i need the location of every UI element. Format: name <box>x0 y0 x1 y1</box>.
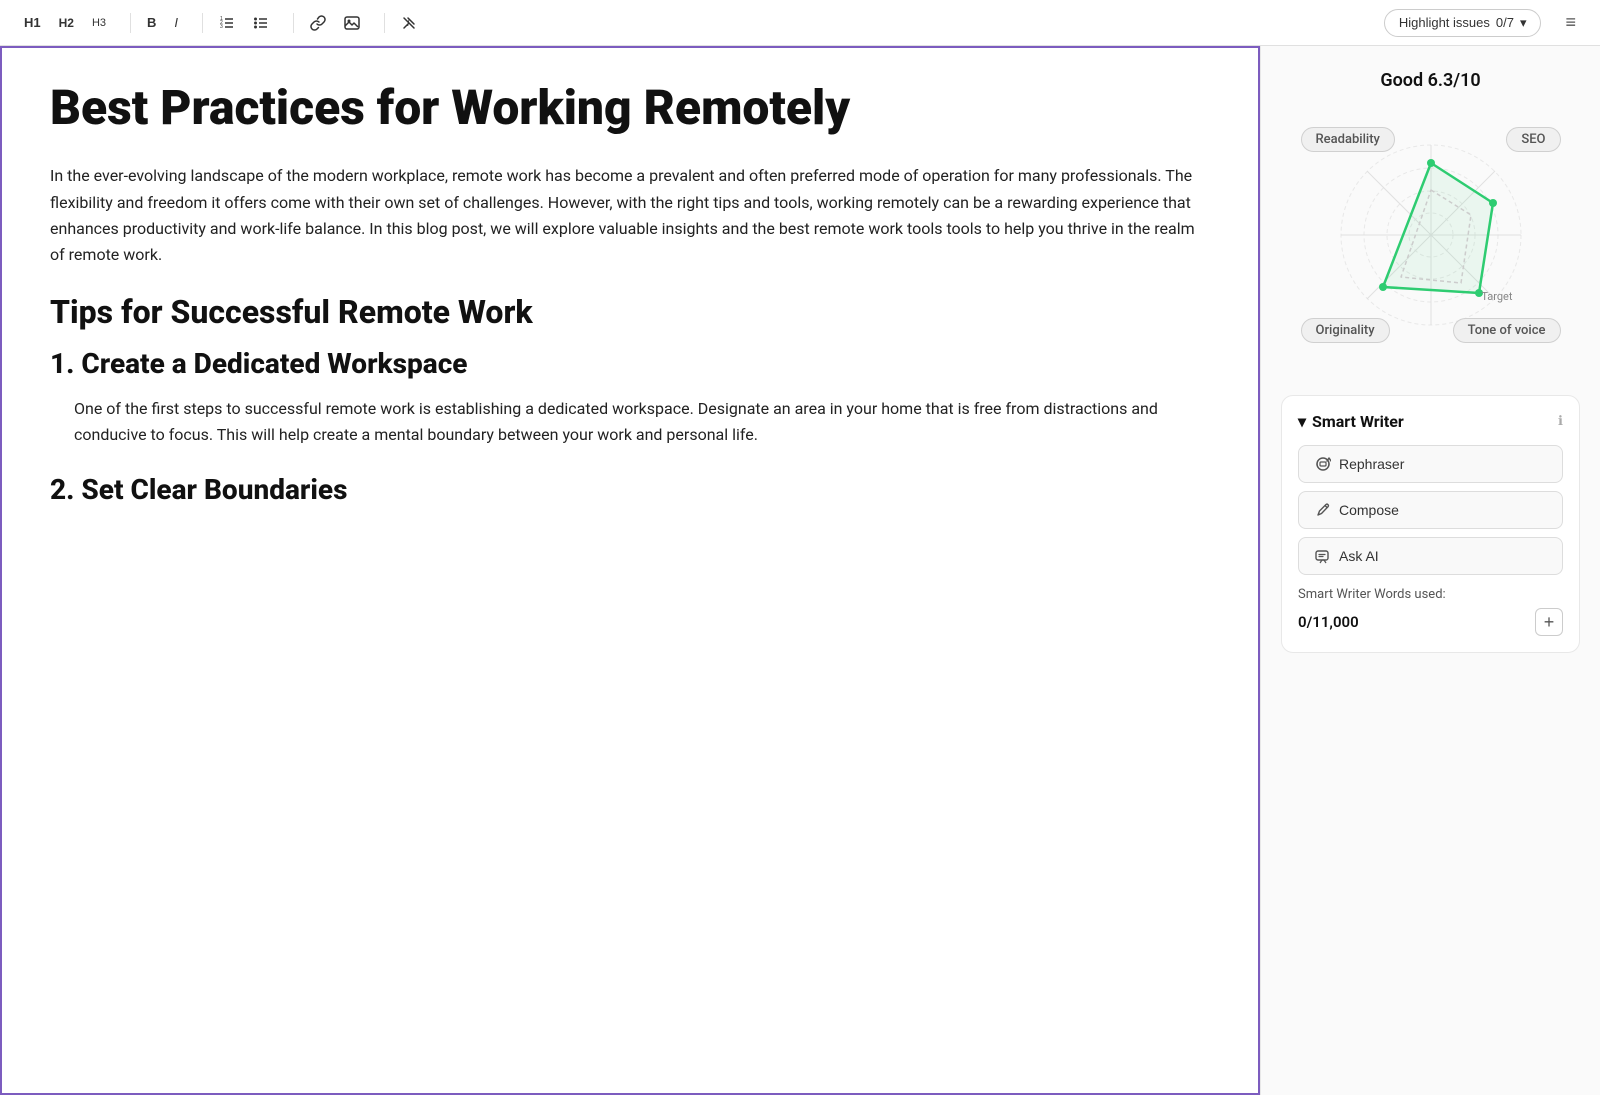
divider-3 <box>293 13 294 33</box>
svg-text:3: 3 <box>220 24 223 30</box>
insert-group <box>302 11 368 35</box>
originality-label[interactable]: Originality <box>1301 318 1390 343</box>
h2-button[interactable]: H2 <box>51 12 82 34</box>
add-words-button[interactable]: + <box>1535 608 1563 636</box>
words-max: /11,000 <box>1307 613 1359 631</box>
highlight-count: 0/7 <box>1496 15 1514 30</box>
unordered-list-button[interactable] <box>245 11 277 35</box>
smart-writer-info-icon[interactable]: ℹ <box>1558 414 1563 429</box>
score-good-text: Good <box>1380 70 1423 91</box>
words-count-row: 0/11,000 + <box>1298 608 1563 636</box>
ordered-list-button[interactable]: 123 <box>211 11 243 35</box>
editor-h2-1: Tips for Successful Remote Work <box>50 293 1210 331</box>
editor-h3-1: 1. Create a Dedicated Workspace <box>50 347 1210 380</box>
editor-area[interactable]: Best Practices for Working Remotely In t… <box>0 46 1260 1095</box>
words-used-label: Smart Writer Words used: <box>1298 587 1563 602</box>
highlight-issues-button[interactable]: Highlight issues 0/7 ▾ <box>1384 9 1542 37</box>
compose-icon <box>1315 502 1331 518</box>
radar-svg <box>1331 135 1531 335</box>
words-count-number: 0 <box>1298 613 1307 631</box>
tone-of-voice-label[interactable]: Tone of voice <box>1453 318 1561 343</box>
divider-4 <box>384 13 385 33</box>
smart-writer-section: ▾ Smart Writer ℹ Rephraser Compose Ask A… <box>1281 395 1580 653</box>
seo-label[interactable]: SEO <box>1506 127 1560 152</box>
score-label: Good 6.3/10 <box>1281 70 1580 91</box>
rephraser-button[interactable]: Rephraser <box>1298 445 1563 483</box>
image-button[interactable] <box>336 11 368 35</box>
readability-label[interactable]: Readability <box>1301 127 1395 152</box>
italic-button[interactable]: I <box>166 11 186 34</box>
divider-1 <box>130 13 131 33</box>
highlight-label: Highlight issues <box>1399 15 1490 30</box>
heading-group: H1 H2 H3 <box>16 11 114 34</box>
score-section: Good 6.3/10 <box>1281 70 1580 375</box>
editor-paragraph-2: One of the first steps to successful rem… <box>50 396 1210 449</box>
editor-title: Best Practices for Working Remotely <box>50 80 1210 135</box>
smart-writer-toggle[interactable]: ▾ <box>1298 412 1306 431</box>
rephraser-icon <box>1315 456 1331 472</box>
score-max: /10 <box>1453 70 1480 91</box>
compose-label: Compose <box>1339 502 1399 518</box>
ask-ai-label: Ask AI <box>1339 548 1379 564</box>
toolbar: H1 H2 H3 B I 123 I Highlight issues 0/7 … <box>0 0 1600 46</box>
compose-button[interactable]: Compose <box>1298 491 1563 529</box>
ask-ai-button[interactable]: Ask AI <box>1298 537 1563 575</box>
words-count-value: 0/11,000 <box>1298 613 1359 631</box>
clear-format-button[interactable]: I <box>393 11 425 35</box>
editor-h3-2: 2. Set Clear Boundaries <box>50 473 1210 506</box>
link-button[interactable] <box>302 11 334 35</box>
right-panel: Good 6.3/10 <box>1260 46 1600 1095</box>
main-layout: Best Practices for Working Remotely In t… <box>0 46 1600 1095</box>
h3-button[interactable]: H3 <box>84 13 114 33</box>
smart-writer-header: ▾ Smart Writer ℹ <box>1298 412 1563 431</box>
bold-button[interactable]: B <box>139 11 164 34</box>
divider-2 <box>202 13 203 33</box>
smart-writer-title: ▾ Smart Writer <box>1298 412 1404 431</box>
rephraser-label: Rephraser <box>1339 456 1404 472</box>
ask-ai-icon <box>1315 548 1331 564</box>
chevron-down-icon: ▾ <box>1520 15 1527 31</box>
radar-chart: Readability SEO Originality Tone of voic… <box>1291 95 1571 375</box>
editor-paragraph-1: In the ever-evolving landscape of the mo… <box>50 163 1210 269</box>
menu-button[interactable]: ≡ <box>1557 8 1584 37</box>
format-group: B I <box>139 11 186 34</box>
smart-writer-title-text: Smart Writer <box>1312 412 1404 431</box>
score-value: 6.3 <box>1428 70 1454 91</box>
h1-button[interactable]: H1 <box>16 11 49 34</box>
target-label: Target <box>1481 290 1512 303</box>
list-group: 123 <box>211 11 277 35</box>
